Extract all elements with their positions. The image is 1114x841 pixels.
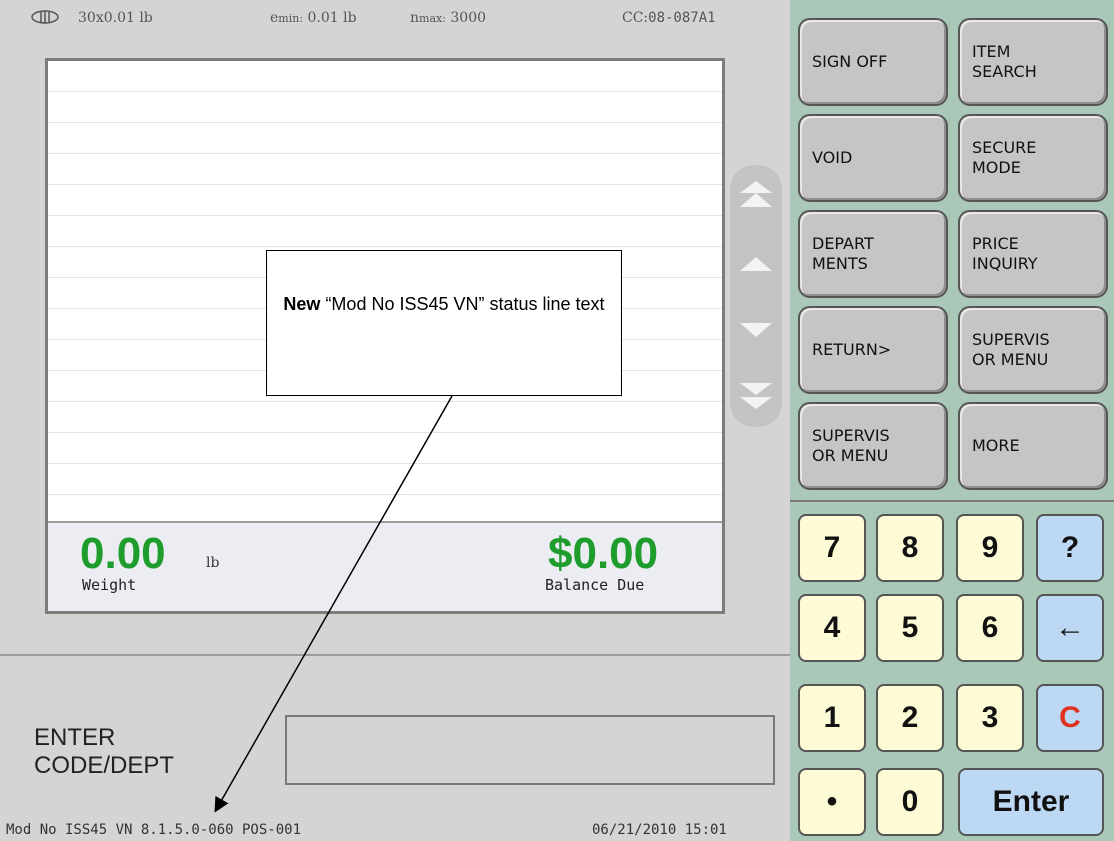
totals-panel: 0.00 lb Weight $0.00 Balance Due <box>48 521 722 611</box>
key-2[interactable]: 2 <box>876 684 944 752</box>
keypad-divider <box>790 500 1114 502</box>
scale-n-max: nmax: 3000 <box>410 10 487 26</box>
scale-icon <box>30 10 60 28</box>
key-8[interactable]: 8 <box>876 514 944 582</box>
clear-button[interactable]: C <box>1036 684 1104 752</box>
void-button[interactable]: VOID <box>798 114 948 202</box>
item-search-button[interactable]: ITEM SEARCH <box>958 18 1108 106</box>
return-button[interactable]: RETURN> <box>798 306 948 394</box>
key-9[interactable]: 9 <box>956 514 1024 582</box>
secure-mode-button[interactable]: SECURE MODE <box>958 114 1108 202</box>
weight-value: 0.00 <box>80 529 166 578</box>
receipt-scrollbar <box>730 165 782 427</box>
weight-unit: lb <box>206 555 220 571</box>
balance-due-label: Balance Due <box>545 576 645 594</box>
key-6[interactable]: 6 <box>956 594 1024 662</box>
entry-prompt-label: ENTER CODE/DEPT <box>34 724 175 779</box>
page-down-icon[interactable] <box>730 371 782 421</box>
supervisor-menu-button-2[interactable]: SUPERVIS OR MENU <box>798 402 948 490</box>
backspace-button[interactable]: ← <box>1036 594 1104 662</box>
balance-due-value: $0.00 <box>548 529 659 578</box>
line-down-icon[interactable] <box>730 305 782 355</box>
key-3[interactable]: 3 <box>956 684 1024 752</box>
supervisor-menu-button[interactable]: SUPERVIS OR MENU <box>958 306 1108 394</box>
key-4[interactable]: 4 <box>798 594 866 662</box>
code-dept-input[interactable] <box>285 715 775 785</box>
price-inquiry-button[interactable]: PRICE INQUIRY <box>958 210 1108 298</box>
scale-e-min: emin: 0.01 lb <box>270 10 357 26</box>
line-up-icon[interactable] <box>730 239 782 289</box>
annotation-text: “Mod No ISS45 VN” status line text <box>320 294 605 314</box>
status-model-text: Mod No ISS45 VN 8.1.5.0-060 POS-001 <box>6 822 302 838</box>
departments-button[interactable]: DEPART MENTS <box>798 210 948 298</box>
scale-info-header: 30x0.01 lb emin: 0.01 lb nmax: 3000 CC:0… <box>30 6 780 30</box>
key-1[interactable]: 1 <box>798 684 866 752</box>
decimal-key[interactable]: • <box>798 768 866 836</box>
section-divider <box>0 654 790 656</box>
key-5[interactable]: 5 <box>876 594 944 662</box>
key-7[interactable]: 7 <box>798 514 866 582</box>
sign-off-button[interactable]: SIGN OFF <box>798 18 948 106</box>
enter-button[interactable]: Enter <box>958 768 1104 836</box>
pos-main-area: 30x0.01 lb emin: 0.01 lb nmax: 3000 CC:0… <box>0 0 790 841</box>
page-up-icon[interactable] <box>730 169 782 219</box>
key-0[interactable]: 0 <box>876 768 944 836</box>
more-button[interactable]: MORE <box>958 402 1108 490</box>
weight-label: Weight <box>82 576 137 594</box>
scale-capacity: 30x0.01 lb <box>78 10 153 26</box>
status-line: Mod No ISS45 VN 8.1.5.0-060 POS-001 06/2… <box>0 820 790 841</box>
status-datetime: 06/21/2010 15:01 <box>592 822 727 838</box>
scale-cc-number: CC:08-087A1 <box>622 10 716 26</box>
help-button[interactable]: ? <box>1036 514 1104 582</box>
annotation-callout: New “Mod No ISS45 VN” status line text <box>266 250 622 396</box>
annotation-bold-text: New <box>283 294 321 314</box>
